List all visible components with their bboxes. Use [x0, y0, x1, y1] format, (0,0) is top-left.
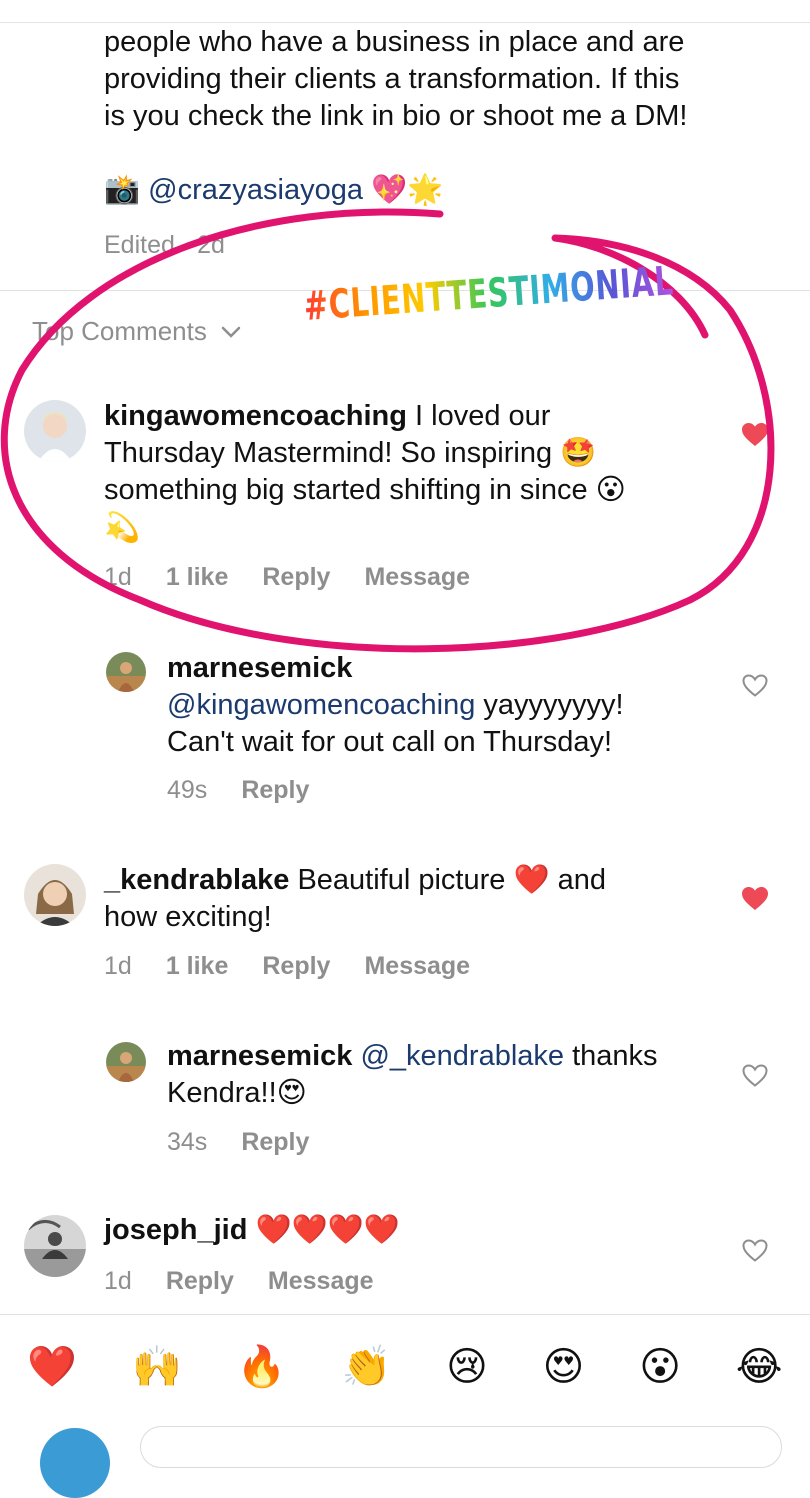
surprised-reaction-button[interactable]: 😮: [639, 1343, 681, 1391]
comment-text: Can't wait for out call on Thursday!: [167, 726, 613, 758]
comment-username[interactable]: _kendrablake: [104, 864, 289, 896]
comment-body: joseph_jid ❤️❤️❤️❤️: [104, 1212, 724, 1249]
comment-meta: 1d Reply Message: [104, 1267, 374, 1296]
comment-meta: 34s Reply: [167, 1128, 309, 1157]
reply-button[interactable]: Reply: [241, 1128, 309, 1157]
heart-outline-icon[interactable]: [742, 1239, 768, 1263]
comment-text: how exciting!: [104, 901, 272, 933]
comment-text: Beautiful picture ❤️ and: [289, 864, 607, 896]
caption-line: providing their clients a transformation…: [104, 63, 680, 95]
laughing-reaction-button[interactable]: 😂: [736, 1343, 783, 1391]
comment-text: ❤️❤️❤️❤️: [247, 1214, 400, 1246]
crying-reaction-button[interactable]: 😢: [446, 1343, 488, 1391]
heart-filled-icon[interactable]: [742, 887, 768, 911]
comment-input[interactable]: [140, 1426, 782, 1468]
avatar[interactable]: [24, 1215, 86, 1277]
heart-outline-icon[interactable]: [742, 674, 768, 698]
reply-button[interactable]: Reply: [241, 776, 309, 805]
comment-time: 34s: [167, 1128, 208, 1156]
message-button[interactable]: Message: [268, 1267, 374, 1296]
heart-reaction-button[interactable]: ❤️: [27, 1343, 77, 1391]
comment-text: Kendra!!😍: [167, 1077, 307, 1109]
caption-line: is you check the link in bio or shoot me…: [104, 100, 688, 132]
comment-meta: 1d 1 like Reply Message: [104, 952, 470, 981]
comment-username[interactable]: marnesemick: [167, 1040, 352, 1072]
heart-outline-icon[interactable]: [742, 1064, 768, 1088]
avatar[interactable]: [106, 1042, 146, 1082]
reply-button[interactable]: Reply: [166, 1267, 234, 1296]
comment-body: _kendrablake Beautiful picture ❤️ and ho…: [104, 862, 724, 936]
comment-time: 49s: [167, 776, 208, 804]
comment-time: 1d: [104, 952, 132, 980]
comment-text: yayyyyyyy!: [475, 689, 624, 721]
comment-text: thanks: [564, 1040, 658, 1072]
top-divider: [0, 22, 810, 23]
current-user-avatar: [40, 1428, 110, 1498]
highlight-circle-annotation: [0, 208, 775, 653]
quick-reaction-bar: ❤️ 🙌 🔥 👏 😢 😍 😮 😂: [0, 1335, 810, 1399]
clap-reaction-button[interactable]: 👏: [341, 1343, 391, 1391]
comment-username[interactable]: joseph_jid: [104, 1214, 247, 1246]
reply-body: marnesemick @_kendrablake thanks Kendra!…: [167, 1038, 727, 1112]
comment-meta: 49s Reply: [167, 776, 309, 805]
post-caption: people who have a business in place and …: [104, 24, 794, 209]
reaction-bar-divider: [0, 1314, 810, 1315]
message-button[interactable]: Message: [364, 952, 470, 981]
comment-time: 1d: [104, 1267, 132, 1295]
caption-line: people who have a business in place and …: [104, 26, 685, 58]
avatar[interactable]: [24, 864, 86, 926]
mention-link[interactable]: @kingawomencoaching: [167, 689, 475, 721]
like-count[interactable]: 1 like: [166, 952, 229, 981]
raised-hands-reaction-button[interactable]: 🙌: [132, 1343, 182, 1391]
reply-button[interactable]: Reply: [262, 952, 330, 981]
mention-link[interactable]: @_kendrablake: [360, 1040, 564, 1072]
heart-eyes-reaction-button[interactable]: 😍: [543, 1343, 585, 1391]
fire-reaction-button[interactable]: 🔥: [237, 1343, 287, 1391]
